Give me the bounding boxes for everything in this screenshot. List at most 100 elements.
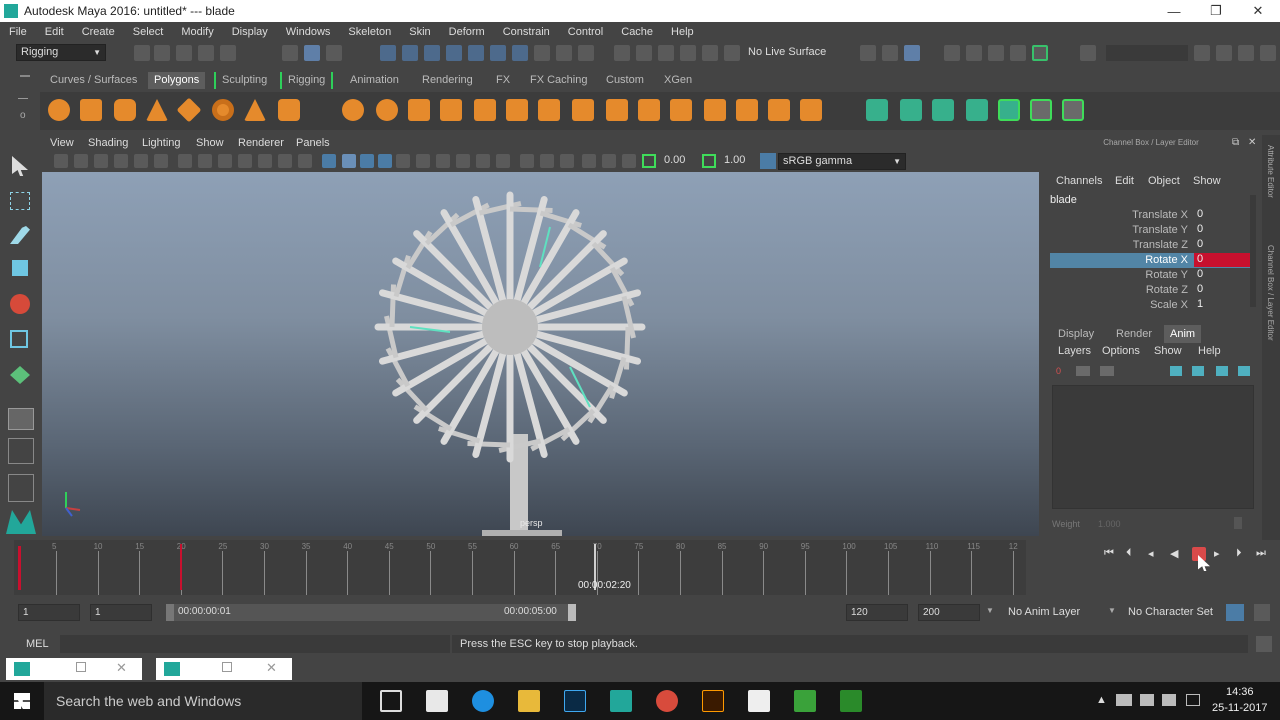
attr-value[interactable]: 0	[1194, 238, 1252, 252]
tab-custom[interactable]: Custom	[600, 72, 650, 89]
attr-translate-x[interactable]: Translate X 0	[1050, 208, 1250, 223]
menu-modify[interactable]: Modify	[172, 26, 222, 38]
playback-start-field[interactable]: 1	[90, 604, 152, 621]
gamma-icon[interactable]	[622, 154, 636, 168]
attr-rotate-z[interactable]: Rotate Z 0	[1050, 283, 1250, 298]
menu-skeleton[interactable]: Skeleton	[339, 26, 400, 38]
cb-menu-channels[interactable]: Channels	[1056, 175, 1102, 187]
close-button[interactable]: ✕	[1236, 0, 1280, 22]
xray-icon[interactable]	[540, 154, 554, 168]
script-editor-icon[interactable]	[1256, 636, 1272, 652]
snap-surface-icon[interactable]	[468, 45, 484, 61]
snap-center-icon[interactable]	[490, 45, 506, 61]
grease-pencil-icon[interactable]	[154, 154, 168, 168]
attr-scale-x[interactable]: Scale X 1	[1050, 298, 1250, 308]
panel-menu-shading[interactable]: Shading	[88, 137, 128, 149]
textured-icon[interactable]	[378, 154, 392, 168]
poly-sphere-icon[interactable]	[48, 99, 70, 121]
uv-editor-icon[interactable]	[998, 99, 1020, 121]
step-back-key-icon[interactable]: ◂	[1148, 547, 1154, 560]
zero-key-layer-icon[interactable]	[1076, 366, 1090, 376]
cylindrical-map-icon[interactable]	[900, 99, 922, 121]
merge-icon[interactable]	[736, 99, 758, 121]
symmetry-icon[interactable]	[512, 45, 528, 61]
new-scene-icon[interactable]	[134, 45, 150, 61]
colorspace-dropdown[interactable]: sRGB gamma ▼	[778, 153, 906, 170]
snap-view-icon[interactable]	[446, 45, 462, 61]
automatic-map-icon[interactable]	[966, 99, 988, 121]
paint-select-icon[interactable]	[10, 226, 30, 244]
attr-rotate-y[interactable]: Rotate Y 0	[1050, 268, 1250, 283]
search-help-field[interactable]	[1106, 45, 1188, 61]
menu-select[interactable]: Select	[124, 26, 173, 38]
grid-icon[interactable]	[178, 154, 192, 168]
safe-action-icon[interactable]	[278, 154, 292, 168]
step-back-frame-icon[interactable]: ⏴	[1126, 547, 1132, 560]
menu-file[interactable]: File	[0, 26, 36, 38]
average-vertices-icon[interactable]	[506, 99, 528, 121]
attr-translate-z[interactable]: Translate Z 0	[1050, 238, 1250, 253]
shelf-menu-icon[interactable]	[20, 75, 30, 77]
play-backwards-icon[interactable]: ◀	[1170, 547, 1178, 560]
menu-edit[interactable]: Edit	[36, 26, 73, 38]
gamma-value[interactable]: 1.00	[724, 154, 745, 166]
menu-set-dropdown[interactable]: Rigging ▼	[16, 44, 106, 61]
fill-hole-icon[interactable]	[800, 99, 822, 121]
panel-menu-panels[interactable]: Panels	[296, 137, 330, 149]
isolate-select-icon[interactable]	[520, 154, 534, 168]
layout-two-pane-icon[interactable]	[8, 474, 34, 502]
snap-toggle-icon[interactable]	[680, 45, 696, 61]
character-set-selector[interactable]: No Character Set	[1128, 606, 1213, 618]
camera-attributes-icon[interactable]	[74, 154, 88, 168]
zero-key-icon[interactable]: 0	[1056, 366, 1066, 376]
windows-start-icon[interactable]	[14, 693, 30, 709]
color-management-icon[interactable]	[760, 153, 776, 169]
layer-menu-layers[interactable]: Layers	[1058, 345, 1091, 357]
time-slider[interactable]: 5101520253035404550556065707580859095100…	[14, 540, 1026, 595]
depth-of-field-icon[interactable]	[496, 154, 510, 168]
close-icon[interactable]: ✕	[266, 660, 277, 676]
tab-sculpting[interactable]: Sculpting	[214, 72, 273, 89]
range-bar[interactable]: 00:00:00:01 00:00:05:00	[166, 604, 576, 621]
edge-icon[interactable]	[472, 690, 494, 712]
uv-layout-icon[interactable]	[1030, 99, 1052, 121]
layer-menu-options[interactable]: Options	[1102, 345, 1140, 357]
poly-cube-icon[interactable]	[80, 99, 102, 121]
camtasia-icon[interactable]	[794, 690, 816, 712]
render-settings-icon[interactable]	[944, 45, 960, 61]
last-tool-icon[interactable]	[8, 408, 34, 430]
menu-create[interactable]: Create	[73, 26, 124, 38]
playblast-icon[interactable]	[1032, 45, 1048, 61]
rotate-tool-icon[interactable]	[10, 294, 30, 314]
gate-mask-icon[interactable]	[238, 154, 252, 168]
file-explorer-icon[interactable]	[518, 690, 540, 712]
step-forward-frame-icon[interactable]: ⏵	[1236, 547, 1242, 560]
key-layer-icon[interactable]	[1100, 366, 1114, 376]
select-component-icon[interactable]	[326, 45, 342, 61]
minimize-button[interactable]: —	[1152, 0, 1196, 22]
language-icon[interactable]	[1162, 694, 1176, 706]
anim-layer-list[interactable]	[1052, 385, 1254, 509]
magnet-alt-icon[interactable]	[658, 45, 674, 61]
poly-pyramid-icon[interactable]	[244, 99, 266, 121]
channel-box-toggle-icon[interactable]	[1260, 45, 1276, 61]
menu-cache[interactable]: Cache	[612, 26, 662, 38]
tab-fx[interactable]: FX	[490, 72, 516, 89]
taskbar-search[interactable]: Search the web and Windows	[44, 682, 362, 720]
redo-icon[interactable]	[220, 45, 236, 61]
command-language[interactable]: MEL	[26, 638, 49, 650]
smooth-shade-icon[interactable]	[342, 154, 356, 168]
playback-end-field[interactable]: 120	[846, 604, 908, 621]
attr-value[interactable]: 0	[1194, 208, 1252, 222]
attr-translate-y[interactable]: Translate Y 0	[1050, 223, 1250, 238]
float-panel-icon[interactable]: ⧉	[1232, 137, 1239, 148]
menu-constrain[interactable]: Constrain	[494, 26, 559, 38]
animation-end-field[interactable]: 200	[918, 604, 980, 621]
scale-tool-icon[interactable]	[10, 330, 28, 348]
attr-value[interactable]: 0	[1194, 283, 1252, 297]
uv-unfold-icon[interactable]	[1062, 99, 1084, 121]
illustrator-icon[interactable]	[702, 690, 724, 712]
exposure-value[interactable]: 0.00	[664, 154, 685, 166]
menu-help[interactable]: Help	[662, 26, 703, 38]
attr-value[interactable]: 0	[1194, 253, 1252, 267]
